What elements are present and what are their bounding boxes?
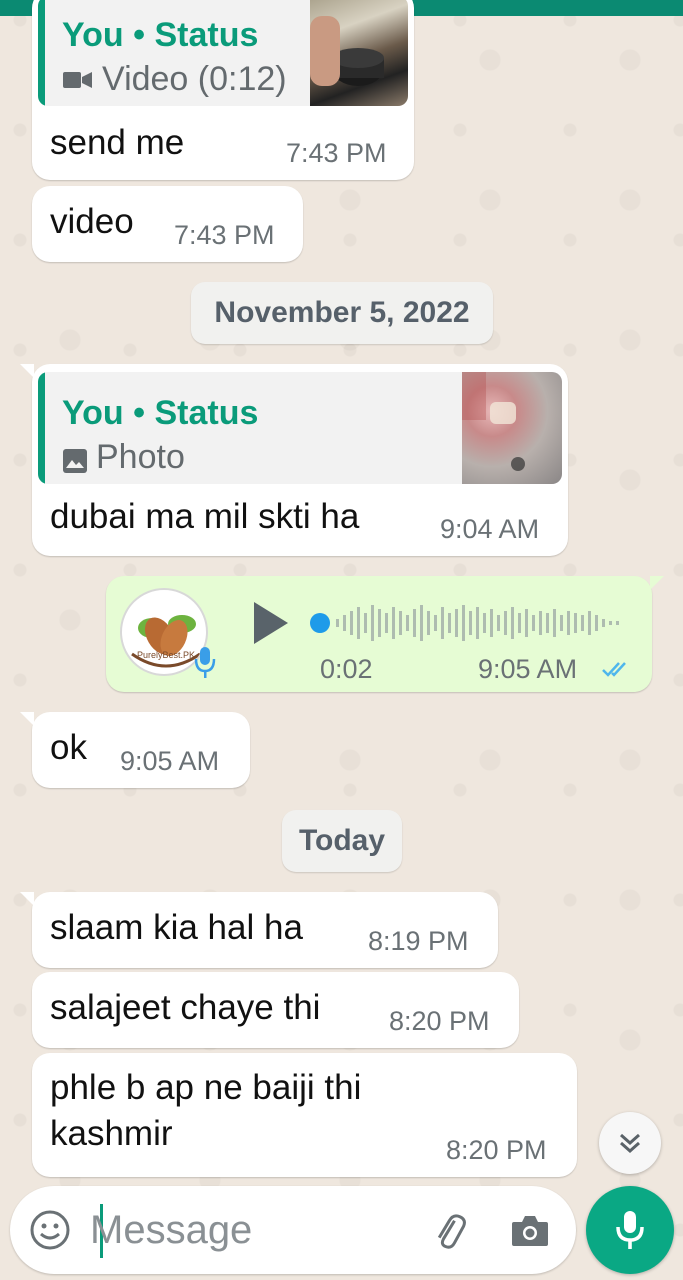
emoji-icon[interactable]: [28, 1208, 72, 1252]
quoted-status[interactable]: You • Status Photo: [38, 372, 562, 484]
message-text: dubai ma mil skti ha: [50, 497, 360, 536]
message-text: phle b ap ne baiji thi kashmir: [50, 1068, 362, 1153]
date-separator: Today: [282, 810, 402, 872]
message-bubble[interactable]: ok 9:05 AM: [20, 712, 250, 788]
message-bubble[interactable]: You • Status Photo dubai ma mil skti ha …: [20, 364, 568, 556]
voice-record-button[interactable]: [586, 1186, 674, 1274]
voice-duration: 0:02: [320, 654, 373, 684]
message-bubble[interactable]: slaam kia hal ha 8:19 PM: [20, 892, 498, 968]
video-camera-icon: [62, 68, 94, 92]
message-bubble[interactable]: You • Status Video (0:12) send me 7:43 P…: [32, 0, 414, 180]
message-time: 8:20 PM: [446, 1135, 547, 1165]
message-text: salajeet chaye thi: [50, 988, 321, 1027]
date-separator: November 5, 2022: [191, 282, 493, 344]
photo-icon: [62, 448, 88, 474]
message-text: send me: [50, 123, 185, 162]
message-text: slaam kia hal ha: [50, 908, 303, 947]
message-time: 7:43 PM: [286, 138, 387, 168]
message-time: 8:19 PM: [368, 926, 469, 956]
microphone-icon: [610, 1208, 650, 1252]
scroll-to-bottom-button[interactable]: [599, 1112, 661, 1174]
paperclip-icon[interactable]: [424, 1206, 472, 1254]
status-thumbnail: [462, 372, 562, 484]
double-chevron-down-icon: [615, 1128, 645, 1158]
message-composer: [10, 1186, 576, 1274]
quote-bar: [38, 372, 45, 484]
message-text: ok: [50, 728, 87, 767]
message-time: 8:20 PM: [389, 1006, 490, 1036]
play-icon[interactable]: [248, 598, 292, 648]
quote-kind: Photo: [96, 438, 185, 476]
message-bubble[interactable]: phle b ap ne baiji thi kashmir 8:20 PM: [32, 1053, 577, 1177]
voice-mic-icon: [192, 644, 218, 680]
quote-kind: Video (0:12): [102, 60, 287, 98]
message-input[interactable]: [90, 1200, 410, 1260]
quote-bar: [38, 0, 45, 106]
message-bubble[interactable]: salajeet chaye thi 8:20 PM: [32, 972, 519, 1048]
quote-author: You • Status: [62, 394, 259, 432]
voice-waveform[interactable]: [310, 600, 630, 646]
message-time: 9:05 AM: [478, 654, 578, 684]
camera-icon[interactable]: [506, 1206, 554, 1254]
voice-message-bubble[interactable]: PurelyBest.PK 0:02 9:05 AM: [106, 576, 664, 692]
message-bubble[interactable]: video 7:43 PM: [32, 186, 303, 262]
status-thumbnail: [310, 0, 408, 106]
message-time: 9:04 AM: [440, 514, 540, 544]
message-time: 7:43 PM: [174, 220, 275, 250]
quoted-status[interactable]: You • Status Video (0:12): [38, 0, 408, 106]
message-time: 9:05 AM: [120, 746, 220, 776]
read-ticks-icon: [600, 656, 632, 682]
quote-author: You • Status: [62, 16, 259, 54]
message-text: video: [50, 202, 134, 241]
